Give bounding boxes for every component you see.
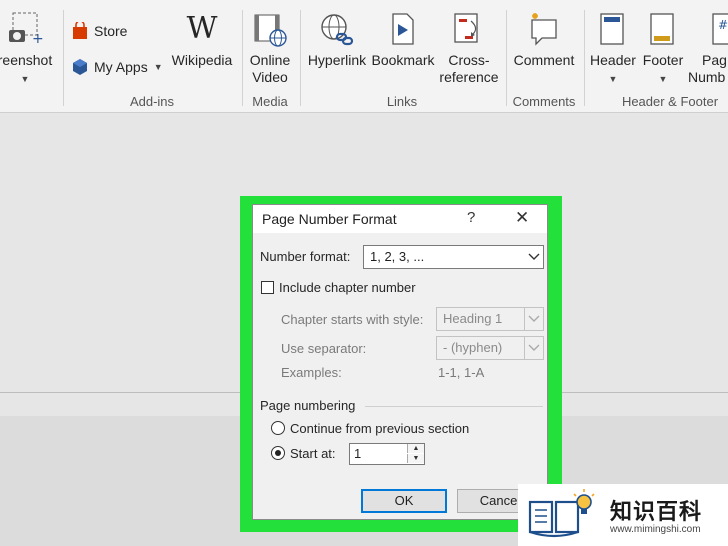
cross-reference-button[interactable]: Cross- reference xyxy=(436,12,502,86)
footer-icon xyxy=(650,13,674,45)
chapter-style-select[interactable]: Heading 1 xyxy=(436,307,544,331)
ribbon-separator xyxy=(506,10,507,106)
hyperlink-button[interactable]: Hyperlink xyxy=(304,12,370,69)
bookmark-button[interactable]: Bookmark xyxy=(370,12,436,69)
number-format-value: 1, 2, 3, ... xyxy=(370,249,425,264)
cross-reference-label-line2: reference xyxy=(439,69,499,85)
include-chapter-label: Include chapter number xyxy=(279,280,416,295)
chevron-down-icon xyxy=(524,308,543,330)
hyperlink-icon xyxy=(321,14,354,46)
footer-dropdown-caret: ▼ xyxy=(658,74,668,84)
examples-label: Examples: xyxy=(281,365,342,380)
chevron-down-icon xyxy=(525,246,543,268)
page-number-label-line1: Pag xyxy=(702,52,727,68)
spin-down-icon[interactable]: ▼ xyxy=(407,454,424,463)
chapter-style-label: Chapter starts with style: xyxy=(281,312,424,327)
group-label-header-footer: Header & Footer xyxy=(621,94,719,109)
separator-select[interactable]: - (hyphen) xyxy=(436,336,544,360)
screenshot-button[interactable]: + reenshot ▼ xyxy=(0,10,56,88)
help-button[interactable]: ? xyxy=(467,209,475,226)
comment-label: Comment xyxy=(513,52,575,68)
header-label: Header xyxy=(590,52,636,68)
header-dropdown-caret: ▼ xyxy=(608,74,618,84)
my-apps-dropdown-caret: ▼ xyxy=(153,62,163,72)
start-at-radio[interactable] xyxy=(271,446,285,460)
ribbon-separator xyxy=(300,10,301,106)
watermark-url: www.mimingshi.com xyxy=(610,524,701,535)
include-chapter-checkbox[interactable] xyxy=(261,281,274,294)
svg-text:#: # xyxy=(718,18,728,32)
examples-value: 1-1, 1-A xyxy=(438,365,485,380)
online-video-label-line1: Online xyxy=(249,52,291,68)
ribbon-separator xyxy=(242,10,243,106)
store-button[interactable]: Store xyxy=(72,22,127,40)
ok-button[interactable]: OK xyxy=(361,489,447,513)
chevron-down-icon xyxy=(524,337,543,359)
my-apps-button[interactable]: My Apps ▼ xyxy=(72,58,163,76)
screenshot-dropdown-caret: ▼ xyxy=(20,74,30,84)
group-label-comments: Comments xyxy=(512,94,576,109)
footer-label: Footer xyxy=(642,52,684,68)
chapter-style-value: Heading 1 xyxy=(443,311,503,326)
close-button[interactable]: ✕ xyxy=(515,208,529,228)
separator-value: - (hyphen) xyxy=(443,340,503,355)
page-number-label-line2: Numb xyxy=(688,69,726,85)
group-label-links: Links xyxy=(386,94,418,109)
bookmark-icon xyxy=(392,13,414,45)
ribbon-toolbar: + reenshot ▼ Store My Apps ▼ W Wikipedia… xyxy=(0,0,728,113)
online-video-icon xyxy=(254,14,287,47)
comment-button[interactable]: Comment xyxy=(510,12,578,69)
spin-up-icon[interactable]: ▲ xyxy=(407,444,424,453)
number-format-label: Number format: xyxy=(260,249,351,264)
svg-text:+: + xyxy=(32,31,44,47)
wikipedia-label: Wikipedia xyxy=(171,52,233,68)
start-at-label: Start at: xyxy=(290,446,336,461)
continue-radio[interactable] xyxy=(271,421,285,435)
hyperlink-label: Hyperlink xyxy=(307,52,367,68)
bookmark-label: Bookmark xyxy=(371,52,435,68)
online-video-button[interactable]: Online Video xyxy=(244,12,296,86)
start-at-value: 1 xyxy=(354,446,362,461)
section-divider xyxy=(365,406,543,407)
page-number-format-dialog: Page Number Format ? ✕ Number format: 1,… xyxy=(252,204,548,520)
page-numbering-label: Page numbering xyxy=(260,398,356,413)
screenshot-icon: + xyxy=(9,12,44,47)
continue-label: Continue from previous section xyxy=(290,421,470,436)
store-icon xyxy=(73,22,87,39)
screenshot-label: reenshot xyxy=(0,52,53,68)
page-number-icon: # xyxy=(712,13,728,45)
header-button[interactable]: Header ▼ xyxy=(588,12,638,88)
separator-label: Use separator: xyxy=(281,341,367,356)
dialog-title: Page Number Format xyxy=(262,211,397,227)
cross-reference-label-line1: Cross- xyxy=(448,52,490,68)
watermark-text: 知识百科 xyxy=(610,499,703,524)
book-lightbulb-logo-icon xyxy=(528,489,595,538)
wikipedia-button[interactable]: W Wikipedia xyxy=(168,12,236,69)
group-label-media: Media xyxy=(252,94,288,109)
page-number-button[interactable]: # Pag Numb xyxy=(688,12,728,86)
start-at-spinner[interactable]: 1 ▲ ▼ xyxy=(349,443,425,465)
watermark: 知识百科 www.mimingshi.com xyxy=(518,484,728,546)
my-apps-label: My Apps xyxy=(94,59,148,75)
ribbon-separator xyxy=(584,10,585,106)
online-video-label-line2: Video xyxy=(252,69,288,85)
footer-button[interactable]: Footer ▼ xyxy=(638,12,688,88)
group-label-addins: Add-ins xyxy=(129,94,175,109)
store-label: Store xyxy=(94,23,128,39)
ribbon-separator xyxy=(63,10,64,106)
number-format-select[interactable]: 1, 2, 3, ... xyxy=(363,245,544,269)
cross-reference-icon xyxy=(454,13,478,43)
dialog-titlebar: Page Number Format ? ✕ xyxy=(253,205,547,233)
wikipedia-icon: W xyxy=(186,11,218,46)
my-apps-icon xyxy=(73,59,87,75)
header-icon xyxy=(600,13,624,45)
comment-icon xyxy=(531,13,557,46)
